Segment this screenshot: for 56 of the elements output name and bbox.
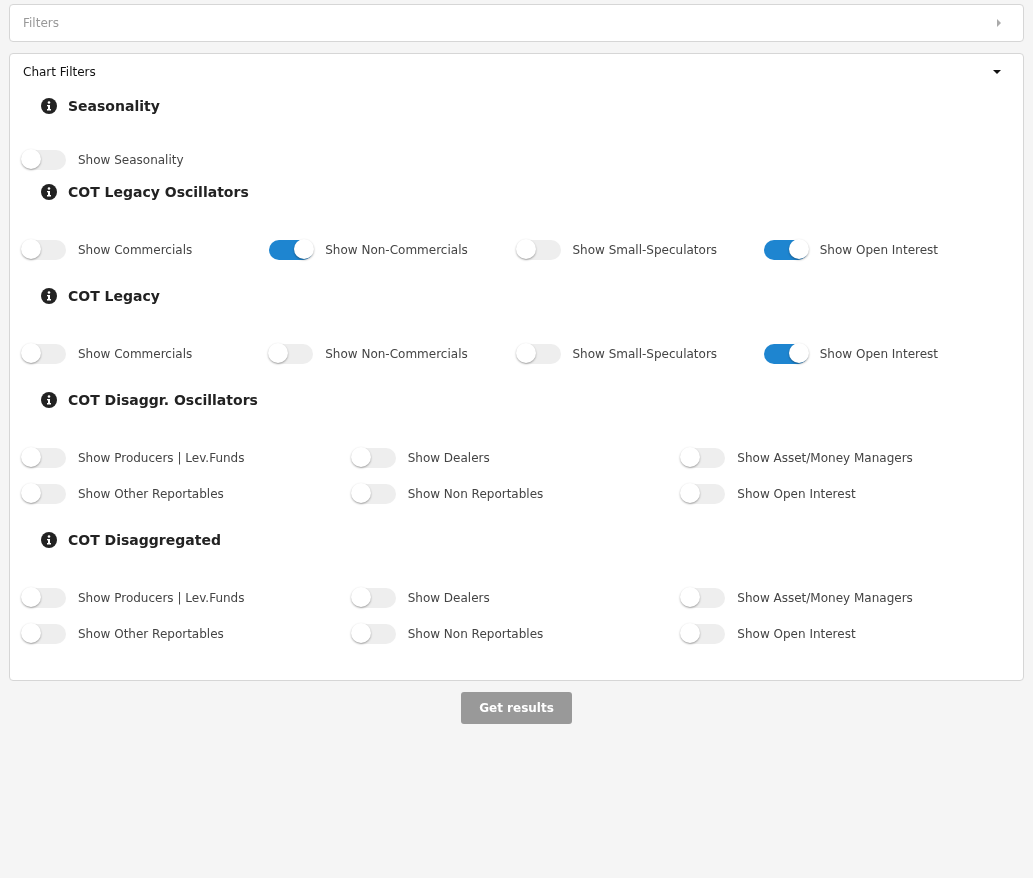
toggle-switch[interactable]	[22, 240, 66, 260]
panel-title[interactable]: Filters	[23, 16, 59, 30]
toggle-label: Show Asset/Money Managers	[737, 591, 913, 605]
toggle-switch[interactable]	[22, 624, 66, 644]
toggle-switch[interactable]	[516, 240, 561, 260]
toggle-label: Show Commercials	[78, 347, 193, 361]
section-heading: COT Legacy	[68, 288, 160, 304]
info-icon[interactable]	[41, 392, 57, 408]
info-icon[interactable]	[41, 532, 57, 548]
toggle-label: Show Open Interest	[819, 347, 939, 361]
toggle-label: Show Non Reportables	[407, 627, 544, 641]
toggle-switch[interactable]	[351, 448, 396, 468]
toggle-label: Show Seasonality	[78, 153, 184, 167]
toggle-switch[interactable]	[22, 448, 66, 468]
toggle-switch[interactable]	[269, 240, 314, 260]
toggle-label: Show Producers | Lev.Funds	[78, 591, 245, 605]
toggle-switch[interactable]	[22, 484, 66, 504]
toggle-switch[interactable]	[351, 624, 396, 644]
section-heading: COT Legacy Oscillators	[68, 184, 249, 200]
toggle-label: Show Producers | Lev.Funds	[78, 451, 245, 465]
caret-icon[interactable]	[993, 70, 1001, 74]
toggle-label: Show Other Reportables	[78, 627, 224, 641]
info-icon[interactable]	[41, 184, 57, 200]
toggle-switch[interactable]	[22, 588, 66, 608]
toggle-label: Show Commercials	[78, 243, 193, 257]
toggle-switch[interactable]	[681, 448, 726, 468]
toggle-switch[interactable]	[22, 344, 66, 364]
toggle-switch[interactable]	[516, 344, 561, 364]
toggle-label: Show Other Reportables	[78, 487, 224, 501]
toggle-label: Show Asset/Money Managers	[737, 451, 913, 465]
toggle-label: Show Dealers	[407, 591, 490, 605]
toggle-label: Show Non-Commercials	[325, 243, 468, 257]
toggle-switch[interactable]	[681, 588, 726, 608]
info-icon[interactable]	[41, 288, 57, 304]
info-icon[interactable]	[41, 98, 57, 114]
get-results-button[interactable]: Get results	[461, 692, 572, 724]
toggle-label: Show Open Interest	[737, 487, 856, 501]
toggle-switch[interactable]	[269, 344, 314, 364]
toggle-label: Show Non-Commercials	[325, 347, 468, 361]
toggle-switch[interactable]	[681, 484, 726, 504]
toggle-switch[interactable]	[681, 624, 726, 644]
toggle-switch[interactable]	[351, 484, 396, 504]
toggle-switch[interactable]	[763, 240, 808, 260]
toggle-switch[interactable]	[351, 588, 396, 608]
toggle-switch[interactable]	[22, 150, 66, 170]
section-heading: COT Disaggr. Oscillators	[68, 392, 258, 408]
toggle-switch[interactable]	[763, 344, 808, 364]
toggle-label: Show Open Interest	[737, 627, 856, 641]
toggle-label: Show Dealers	[407, 451, 490, 465]
toggle-label: Show Small-Speculators	[572, 347, 718, 361]
toggle-label: Show Non Reportables	[407, 487, 544, 501]
toggle-label: Show Open Interest	[819, 243, 939, 257]
section-heading: COT Disaggregated	[68, 532, 221, 548]
panel-title[interactable]: Chart Filters	[23, 65, 96, 79]
section-heading: Seasonality	[68, 98, 160, 114]
toggle-label: Show Small-Speculators	[572, 243, 718, 257]
